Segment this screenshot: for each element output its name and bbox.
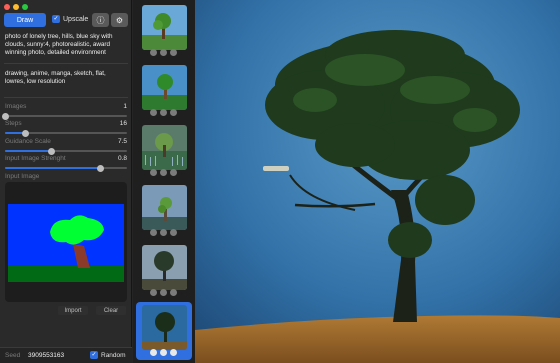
strength-value: 0.8: [117, 155, 127, 162]
divider: [4, 63, 128, 64]
steps-label: Steps: [5, 120, 22, 127]
random-toggle[interactable]: ✓ Random: [90, 351, 126, 359]
history-actions: [150, 49, 177, 56]
share-icon[interactable]: [160, 109, 167, 116]
history-thumbnail: [142, 125, 187, 170]
trash-icon[interactable]: [150, 229, 157, 236]
divider: [4, 97, 128, 98]
trash-icon[interactable]: [150, 169, 157, 176]
history-thumbnail: [142, 245, 187, 290]
seed-row: Seed 3909553163 ✓ Random: [0, 347, 132, 363]
guidance-value: 7.5: [117, 138, 127, 145]
history-actions: [150, 229, 177, 236]
strength-param: Input Image Strenght 0.8: [5, 155, 127, 173]
import-button[interactable]: Import: [58, 306, 88, 315]
history-thumbnail: [142, 5, 187, 50]
history-thumbnail: [142, 305, 187, 350]
strength-slider-fill: [5, 167, 101, 169]
reuse-icon[interactable]: [170, 169, 177, 176]
history-item[interactable]: [136, 2, 192, 60]
zoom-window-button[interactable]: [22, 4, 28, 10]
images-slider-knob[interactable]: [1, 112, 9, 120]
share-icon[interactable]: [160, 49, 167, 56]
images-slider[interactable]: [1, 112, 127, 120]
trash-icon[interactable]: [150, 49, 157, 56]
reuse-icon[interactable]: [170, 109, 177, 116]
settings-button[interactable]: ⚙: [111, 13, 128, 27]
generated-image-canvas: [195, 0, 560, 363]
close-window-button[interactable]: [4, 4, 10, 10]
toolbar: Draw ✓ Upscale ⓘ ⚙: [4, 13, 128, 27]
generated-image: [195, 0, 560, 363]
history-actions: [150, 169, 177, 176]
trash-icon[interactable]: [150, 349, 157, 356]
steps-param: Steps 16: [5, 120, 127, 138]
strength-slider-knob[interactable]: [96, 164, 104, 172]
history-actions: [150, 289, 177, 296]
history-item[interactable]: [136, 242, 192, 300]
history-thumbnail: [142, 185, 187, 230]
steps-slider-knob[interactable]: [22, 129, 30, 137]
input-image-well[interactable]: [5, 182, 127, 302]
reuse-icon[interactable]: [170, 289, 177, 296]
random-checkbox[interactable]: ✓: [90, 351, 98, 359]
share-icon[interactable]: [160, 229, 167, 236]
prompt-field[interactable]: photo of lonely tree, hills, blue sky wi…: [5, 33, 127, 57]
history-actions: [150, 349, 177, 356]
settings-panel: Draw ✓ Upscale ⓘ ⚙ photo of lonely tree,…: [0, 0, 132, 363]
history-item[interactable]: [136, 62, 192, 120]
app-window: Draw ✓ Upscale ⓘ ⚙ photo of lonely tree,…: [0, 0, 560, 363]
images-param: Images 1: [1, 103, 127, 121]
reuse-icon[interactable]: [170, 229, 177, 236]
upscale-toggle[interactable]: ✓ Upscale: [52, 15, 88, 23]
history-strip: [133, 0, 195, 363]
input-image-label: Input Image: [5, 173, 40, 180]
draw-button[interactable]: Draw: [4, 13, 46, 27]
seed-field[interactable]: 3909553163: [28, 352, 64, 359]
history-item[interactable]: [136, 182, 192, 240]
strength-label: Input Image Strenght: [5, 155, 66, 162]
trash-icon[interactable]: [150, 289, 157, 296]
upscale-label: Upscale: [63, 15, 89, 23]
reuse-icon[interactable]: [170, 49, 177, 56]
images-label: Images: [5, 103, 27, 110]
window-controls: [4, 4, 28, 10]
info-button[interactable]: ⓘ: [92, 13, 109, 27]
history-item-selected[interactable]: [136, 302, 192, 360]
guidance-param: Guidance Scale 7.5: [5, 138, 127, 156]
gear-icon: ⚙: [115, 15, 124, 25]
guidance-slider-knob[interactable]: [47, 147, 55, 155]
seed-label: Seed: [5, 352, 21, 359]
steps-value: 16: [119, 120, 127, 127]
guidance-label: Guidance Scale: [5, 138, 51, 145]
strength-slider[interactable]: [5, 164, 127, 172]
info-icon: ⓘ: [96, 15, 105, 25]
history-actions: [150, 109, 177, 116]
history-thumbnail: [142, 65, 187, 110]
guidance-slider[interactable]: [5, 147, 127, 155]
steps-slider[interactable]: [5, 129, 127, 137]
trash-icon[interactable]: [150, 109, 157, 116]
share-icon[interactable]: [160, 169, 167, 176]
random-label: Random: [101, 351, 126, 359]
minimize-window-button[interactable]: [13, 4, 19, 10]
clear-button[interactable]: Clear: [96, 306, 126, 315]
upscale-checkbox[interactable]: ✓: [52, 15, 60, 23]
share-icon[interactable]: [160, 349, 167, 356]
reuse-icon[interactable]: [170, 349, 177, 356]
history-item[interactable]: [136, 122, 192, 180]
share-icon[interactable]: [160, 289, 167, 296]
negative-prompt-field[interactable]: drawing, anime, manga, sketch, flat, low…: [5, 70, 127, 86]
input-image-sketch: [8, 204, 124, 282]
images-value: 1: [123, 103, 127, 110]
guidance-slider-fill: [5, 150, 52, 152]
